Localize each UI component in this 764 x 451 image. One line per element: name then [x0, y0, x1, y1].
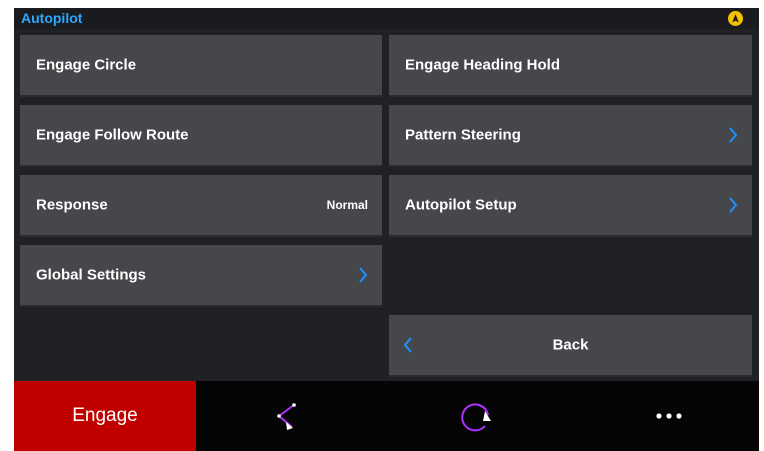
engage-label: Engage: [72, 405, 138, 426]
chevron-right-icon: [729, 197, 738, 213]
response-button[interactable]: Response Normal: [20, 175, 382, 237]
back-button[interactable]: Back: [389, 315, 752, 377]
engage-heading-hold-button[interactable]: Engage Heading Hold: [389, 35, 752, 97]
more-options-button[interactable]: [578, 381, 759, 451]
bottom-bar: Engage: [14, 381, 759, 451]
global-settings-button[interactable]: Global Settings: [20, 245, 382, 307]
more-options-icon: [656, 413, 682, 419]
autopilot-setup-label: Autopilot Setup: [405, 196, 517, 214]
engage-button[interactable]: Engage: [14, 381, 196, 451]
engage-follow-route-label: Engage Follow Route: [36, 126, 189, 144]
autopilot-setup-button[interactable]: Autopilot Setup: [389, 175, 752, 237]
title-bar: Autopilot: [14, 8, 759, 29]
route-pattern-icon: [277, 403, 296, 430]
pattern-steering-button[interactable]: Pattern Steering: [389, 105, 752, 167]
route-pattern-button[interactable]: [196, 381, 378, 451]
autopilot-badge-icon: [728, 11, 743, 26]
circle-pattern-icon: [461, 403, 491, 432]
back-label: Back: [552, 336, 589, 354]
chevron-right-icon: [729, 127, 738, 143]
pattern-steering-label: Pattern Steering: [405, 126, 521, 144]
autopilot-screen: Autopilot Engage Circle Engage Follow Ro…: [14, 8, 759, 451]
chevron-right-icon: [359, 267, 368, 283]
page-title: Autopilot: [21, 10, 83, 26]
global-settings-label: Global Settings: [36, 266, 147, 284]
circle-pattern-button[interactable]: [386, 381, 568, 451]
response-label: Response: [36, 196, 108, 214]
engage-follow-route-button[interactable]: Engage Follow Route: [20, 105, 382, 167]
engage-circle-label: Engage Circle: [36, 56, 137, 74]
engage-heading-hold-label: Engage Heading Hold: [405, 56, 561, 74]
engage-circle-button[interactable]: Engage Circle: [20, 35, 382, 97]
response-value: Normal: [326, 198, 368, 212]
